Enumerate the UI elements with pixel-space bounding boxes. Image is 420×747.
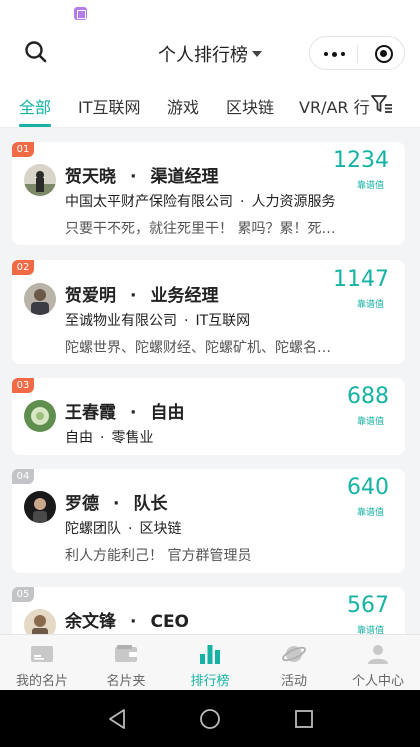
- job-title: 队长: [133, 494, 168, 514]
- job-title: 自由: [150, 403, 185, 423]
- industry: IT互联网: [195, 313, 251, 329]
- avatar: [24, 609, 56, 634]
- job-title: CEO: [150, 612, 190, 632]
- ranking-type-dropdown[interactable]: 个人排行榜: [130, 41, 290, 67]
- score-value: 688: [347, 384, 389, 409]
- name-title: 余文锋 · CEO: [65, 612, 190, 632]
- back-icon[interactable]: [105, 707, 129, 731]
- page-title: 个人排行榜: [158, 45, 248, 66]
- tabbar-profile[interactable]: 个人中心: [336, 635, 420, 691]
- tab-blockchain[interactable]: 区块链: [226, 94, 274, 118]
- tabbar-my-card[interactable]: 我的名片: [0, 635, 84, 691]
- industry: 区块链: [139, 521, 182, 537]
- company-name: 自由: [65, 430, 93, 446]
- score-label: 靠谱值: [356, 417, 384, 427]
- tabbar-label: 排行榜: [190, 674, 230, 689]
- avatar: [24, 400, 56, 432]
- ranking-list: 01 贺天晓 · 渠道经理 中国太平财产保险有限公司 · 人力资源服务 只要干不死，就往…: [0, 128, 420, 634]
- status-bar: [0, 0, 420, 28]
- score-label: 靠谱值: [356, 300, 384, 310]
- person-name: 王春霞: [65, 403, 116, 423]
- tabbar-label: 名片夹: [106, 674, 146, 689]
- tab-games[interactable]: 游戏: [167, 94, 199, 118]
- score-value: 567: [347, 593, 389, 618]
- rank-badge: 03: [12, 378, 34, 393]
- name-title: 罗德 · 队长: [65, 494, 168, 514]
- avatar: [24, 164, 56, 196]
- person-name: 贺天晓: [65, 167, 116, 187]
- rank-badge: 01: [12, 142, 34, 157]
- tabbar-label: 我的名片: [15, 674, 68, 689]
- person-name: 罗德: [65, 494, 99, 514]
- rank-badge: 05: [12, 587, 34, 602]
- search-button[interactable]: [22, 38, 52, 68]
- company-industry: 自由 · 零售业: [65, 430, 154, 446]
- filter-button[interactable]: [370, 93, 394, 115]
- planet-icon: [282, 646, 306, 662]
- tabbar-label: 活动: [280, 674, 307, 689]
- notification-app-icon: [74, 7, 87, 20]
- ranking-card[interactable]: 01 贺天晓 · 渠道经理 中国太平财产保险有限公司 · 人力资源服务 只要干不死，就往…: [12, 142, 405, 245]
- caret-down-icon: [252, 51, 262, 57]
- industry: 人力资源服务: [251, 194, 336, 210]
- ranking-card[interactable]: 03 王春霞 · 自由 自由 · 零售业 688 靠谱值: [12, 378, 405, 455]
- score-value: 640: [347, 475, 389, 500]
- score-label: 靠谱值: [356, 626, 384, 634]
- tabbar-card-holder[interactable]: 名片夹: [84, 635, 168, 691]
- capsule-divider: [357, 45, 358, 63]
- avatar: [24, 283, 56, 315]
- score-value: 1147: [333, 267, 389, 292]
- rank-badge: 04: [12, 469, 34, 484]
- filter-icon: [371, 95, 392, 113]
- company-name: 至诚物业有限公司: [65, 313, 177, 329]
- home-icon[interactable]: [198, 707, 222, 731]
- company-industry: 陀螺团队 · 区块链: [65, 521, 182, 537]
- category-tabs: 全部 IT互联网 游戏 区块链 VR/AR 行: [0, 80, 420, 128]
- name-title: 王春霞 · 自由: [65, 403, 185, 423]
- name-title: 贺爱明 · 业务经理: [65, 286, 219, 306]
- industry: 零售业: [111, 430, 154, 446]
- job-title: 渠道经理: [150, 167, 219, 187]
- tabbar-ranking[interactable]: 排行榜: [168, 635, 252, 691]
- bio: 陀螺世界、陀螺财经、陀螺矿机、陀螺名…: [65, 340, 331, 356]
- score-label: 靠谱值: [356, 508, 384, 518]
- name-title: 贺天晓 · 渠道经理: [65, 167, 219, 187]
- tab-it-internet[interactable]: IT互联网: [78, 94, 141, 118]
- score-value: 1234: [333, 148, 389, 173]
- ranking-card[interactable]: 02 贺爱明 · 业务经理 至诚物业有限公司 · IT互联网 陀螺世界、陀螺财经、陀螺矿…: [12, 260, 405, 364]
- rank-badge: 02: [12, 260, 34, 275]
- company-industry: 中国太平财产保险有限公司 · 人力资源服务: [65, 194, 336, 210]
- top-bar: 个人排行榜: [0, 28, 420, 80]
- bio: 利人方能利己！ 官方群管理员: [65, 548, 252, 564]
- bottom-tab-bar: 我的名片 名片夹 排行榜 活动 个人中心: [0, 634, 420, 690]
- job-title: 业务经理: [150, 286, 219, 306]
- ranking-card[interactable]: 04 罗德 · 队长 陀螺团队 · 区块链 利人方能利己！ 官方群管理员 640 靠谱值: [12, 469, 405, 573]
- close-button[interactable]: [375, 45, 393, 63]
- company-name: 陀螺团队: [65, 521, 121, 537]
- avatar: [24, 491, 56, 523]
- system-nav-bar: [0, 690, 420, 747]
- tabbar-activity[interactable]: 活动: [252, 635, 336, 691]
- ranking-card[interactable]: 05 余文锋 · CEO 567 靠谱值: [12, 587, 405, 634]
- active-tab-indicator: [19, 124, 51, 127]
- ranking-icon: [200, 645, 220, 664]
- company-industry: 至诚物业有限公司 · IT互联网: [65, 313, 251, 329]
- wallet-icon: [115, 645, 137, 662]
- score-label: 靠谱值: [356, 181, 384, 191]
- person-name: 余文锋: [65, 612, 116, 632]
- company-name: 中国太平财产保险有限公司: [65, 194, 233, 210]
- search-icon: [25, 41, 47, 63]
- person-name: 贺爱明: [65, 286, 116, 306]
- more-button[interactable]: [324, 46, 346, 62]
- person-icon: [368, 645, 388, 664]
- miniprogram-capsule: [309, 36, 405, 70]
- tabbar-label: 个人中心: [351, 674, 404, 689]
- card-icon: [31, 646, 53, 662]
- tab-vr-ar[interactable]: VR/AR 行: [299, 94, 370, 118]
- tab-all[interactable]: 全部: [19, 94, 51, 118]
- bio: 只要干不死，就往死里干！ 累吗？累！死…: [65, 221, 336, 237]
- recents-icon[interactable]: [292, 707, 316, 731]
